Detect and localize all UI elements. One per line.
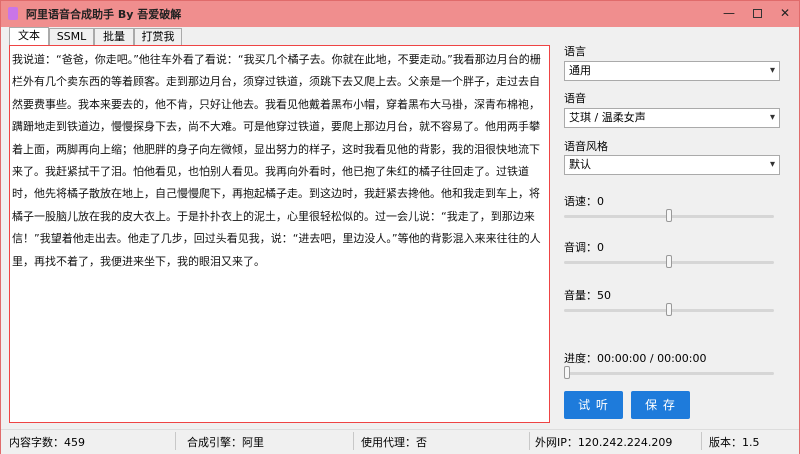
speed-slider[interactable] bbox=[564, 209, 774, 223]
version-status: 版本：1.5 bbox=[709, 436, 760, 449]
status-divider bbox=[529, 432, 530, 450]
volume-slider[interactable] bbox=[564, 303, 774, 317]
text-panel: 我说道：“爸爸，你走吧。”他往车外看了看说：“我买几个橘子去。你就在此地，不要走… bbox=[9, 45, 550, 423]
slider-thumb[interactable] bbox=[666, 255, 672, 268]
status-divider bbox=[701, 432, 702, 450]
window-title: 阿里语音合成助手 By 吾爱破解 bbox=[26, 8, 182, 21]
ip-status: 外网IP：120.242.224.209 bbox=[535, 436, 673, 449]
voice-select[interactable]: 艾琪 / 温柔女声 ▾ bbox=[564, 108, 780, 128]
language-select[interactable]: 通用 ▾ bbox=[564, 61, 780, 81]
chevron-down-icon: ▾ bbox=[769, 159, 775, 170]
save-button[interactable]: 保 存 bbox=[631, 391, 690, 419]
style-label: 语音风格 bbox=[564, 140, 608, 153]
volume-label: 音量：50 bbox=[564, 289, 611, 302]
app-icon bbox=[8, 7, 18, 20]
tab-batch[interactable]: 批量 bbox=[94, 28, 134, 45]
language-label: 语言 bbox=[564, 45, 586, 58]
slider-thumb[interactable] bbox=[666, 209, 672, 222]
proxy-status: 使用代理：否 bbox=[361, 436, 427, 449]
pitch-slider[interactable] bbox=[564, 255, 774, 269]
status-bar: 内容字数：459 合成引擎：阿里 使用代理：否 外网IP：120.242.224… bbox=[1, 429, 799, 454]
minimize-icon[interactable]: — bbox=[715, 1, 743, 27]
chevron-down-icon: ▾ bbox=[769, 112, 775, 123]
status-divider bbox=[353, 432, 354, 450]
language-value: 通用 bbox=[569, 64, 591, 77]
progress-slider[interactable] bbox=[564, 366, 774, 380]
slider-thumb[interactable] bbox=[564, 366, 570, 379]
progress-label: 进度：00:00:00 / 00:00:00 bbox=[564, 352, 707, 365]
chevron-down-icon: ▾ bbox=[769, 65, 775, 76]
pitch-label: 音调：0 bbox=[564, 241, 604, 254]
engine-status: 合成引擎：阿里 bbox=[187, 436, 264, 449]
speed-label: 语速：0 bbox=[564, 195, 604, 208]
tab-ssml[interactable]: SSML bbox=[49, 28, 94, 45]
char-count: 内容字数：459 bbox=[9, 436, 85, 449]
voice-value: 艾琪 / 温柔女声 bbox=[569, 111, 646, 124]
listen-button[interactable]: 试 听 bbox=[564, 391, 623, 419]
tab-text[interactable]: 文本 bbox=[9, 27, 49, 46]
maximize-icon[interactable] bbox=[743, 1, 771, 27]
style-value: 默认 bbox=[569, 158, 591, 171]
voice-label: 语音 bbox=[564, 92, 586, 105]
status-divider bbox=[175, 432, 176, 450]
title-bar[interactable]: 阿里语音合成助手 By 吾爱破解 — ✕ bbox=[1, 1, 799, 27]
text-editor[interactable]: 我说道：“爸爸，你走吧。”他往车外看了看说：“我买几个橘子去。你就在此地，不要走… bbox=[12, 49, 544, 273]
slider-track bbox=[564, 372, 774, 375]
tab-donate[interactable]: 打赏我 bbox=[134, 28, 182, 45]
close-icon[interactable]: ✕ bbox=[771, 1, 799, 27]
slider-thumb[interactable] bbox=[666, 303, 672, 316]
app-window: 阿里语音合成助手 By 吾爱破解 — ✕ 文本 SSML 批量 打赏我 我说道：… bbox=[0, 0, 800, 454]
style-select[interactable]: 默认 ▾ bbox=[564, 155, 780, 175]
